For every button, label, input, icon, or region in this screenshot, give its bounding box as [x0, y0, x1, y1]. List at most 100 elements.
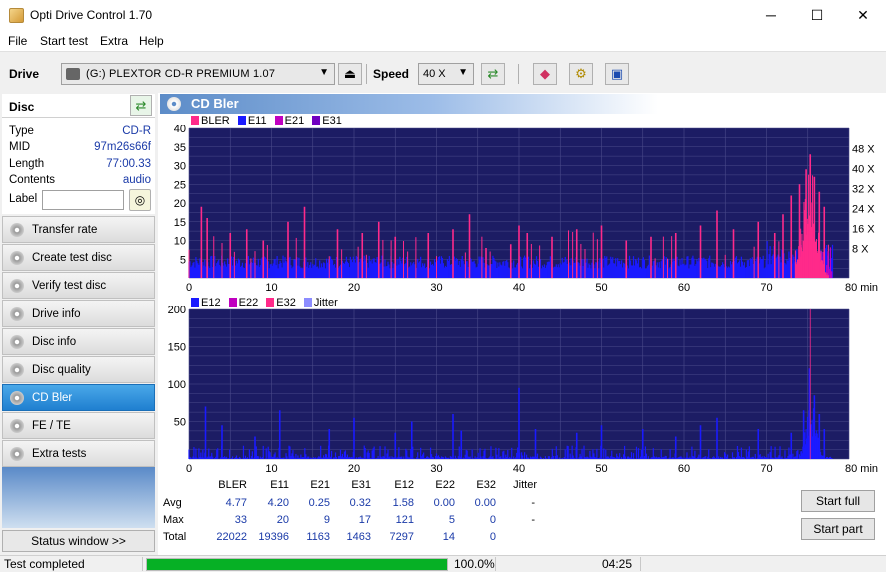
cd-bler-icon [167, 97, 181, 111]
x-tick-label: 60 [678, 282, 690, 293]
y-tick-label: 5 [180, 254, 186, 266]
stats-value: 0.00 [474, 497, 496, 509]
stats-value: 0 [489, 531, 496, 543]
drive-value: (G:) PLEXTOR CD-R PREMIUM 1.07 [86, 68, 276, 80]
menu-start-test[interactable]: Start test [40, 34, 88, 48]
y2-tick-label: 8 X [852, 243, 869, 255]
disc-mid-key: MID [9, 141, 31, 153]
nav-create-test-disc[interactable]: Create test disc [2, 244, 155, 271]
x-tick-label: 10 [265, 463, 277, 474]
y2-tick-label: 48 X [852, 143, 875, 155]
app-icon [9, 8, 24, 23]
start-full-button[interactable]: Start full [801, 490, 875, 512]
stats-value: 5 [448, 514, 455, 526]
stats-value: 121 [395, 514, 414, 526]
y-tick-label: 15 [174, 217, 186, 229]
chevron-down-icon: ▼ [319, 67, 329, 78]
eject-icon: ⏏ [343, 66, 357, 81]
toolbar: Drive (G:) PLEXTOR CD-R PREMIUM 1.07 ▼ ⏏… [0, 51, 886, 93]
refresh-icon: ⇄ [487, 66, 499, 81]
start-part-button[interactable]: Start part [801, 518, 875, 540]
progress-fill [147, 559, 447, 570]
x-tick-label: 40 [513, 463, 525, 474]
nav-label: FE / TE [32, 420, 71, 432]
status-text: Test completed [4, 557, 85, 571]
disc-length-value: 77:00.33 [106, 158, 151, 170]
nav-label: Extra tests [32, 448, 87, 460]
status-divider [495, 557, 496, 571]
maximize-button[interactable]: ☐ [794, 0, 840, 31]
nav-disc-info[interactable]: Disc info [2, 328, 155, 355]
stats-value: 17 [358, 514, 371, 526]
disc-label-button[interactable]: ◎ [129, 189, 151, 211]
stats-value: 1463 [346, 531, 371, 543]
stats-value: 22022 [216, 531, 247, 543]
disc-refresh-button[interactable]: ⇄ [130, 95, 152, 116]
y-tick-label: 10 [174, 236, 186, 248]
status-divider [142, 557, 143, 571]
save-button[interactable]: ▣ [605, 63, 629, 85]
menu-bar: File Start test Extra Help [0, 31, 886, 51]
y2-tick-label: 24 X [852, 203, 875, 215]
nav-label: Disc info [32, 336, 77, 348]
speed-select[interactable]: 40 X ▼ [418, 63, 474, 85]
disc-icon [10, 363, 24, 377]
left-panel-fill [2, 467, 155, 528]
stats-value: 4.20 [267, 497, 289, 509]
close-button[interactable]: ✕ [840, 0, 886, 31]
nav-extra-tests[interactable]: Extra tests [2, 440, 155, 467]
stats-header: E32 [476, 479, 496, 491]
disc-icon [10, 335, 24, 349]
status-window-button[interactable]: Status window >> [2, 530, 155, 552]
y-tick-label: 50 [174, 417, 186, 429]
stats-value: 0.00 [433, 497, 455, 509]
erase-button[interactable]: ◆ [533, 63, 557, 85]
eject-button[interactable]: ⏏ [338, 63, 362, 85]
y-tick-label: 35 [174, 142, 186, 154]
nav-transfer-rate[interactable]: Transfer rate [2, 216, 155, 243]
x-tick-label: 30 [430, 463, 442, 474]
nav-disc-quality[interactable]: Disc quality [2, 356, 155, 383]
progress-bar [146, 558, 448, 571]
settings-button[interactable]: ⚙ [569, 63, 593, 85]
settings-icon: ⚙ [575, 66, 587, 81]
disc-type-value: CD-R [122, 125, 151, 137]
chevron-down-icon: ▼ [458, 67, 468, 78]
drive-select[interactable]: (G:) PLEXTOR CD-R PREMIUM 1.07 ▼ [61, 63, 335, 85]
disc-icon: ◎ [134, 193, 146, 207]
disc-icon [10, 223, 24, 237]
status-bar: Test completed 100.0% 04:25 [0, 555, 886, 572]
x-tick-label: 0 [186, 463, 192, 474]
title-bar: Opti Drive Control 1.70 ─ ☐ ✕ [0, 0, 886, 31]
nav-label: Create test disc [32, 252, 112, 264]
y-tick-label: 100 [168, 379, 186, 391]
x-tick-label: 0 [186, 282, 192, 293]
stats-header: Jitter [513, 479, 537, 491]
y2-tick-label: 16 X [852, 223, 875, 235]
nav-label: Transfer rate [32, 224, 98, 236]
stats-row-label: Max [163, 514, 184, 526]
disc-length-key: Length [9, 158, 45, 170]
x-tick-label: 70 [760, 282, 772, 293]
main-panel: CD Bler BLER E11 E21 E31 0 10 20 30 40 50 60 70… [158, 93, 886, 555]
nav-drive-info[interactable]: Drive info [2, 300, 155, 327]
left-panel: Disc ⇄ Type CD-R MID 97m26s66f Length 77… [0, 93, 157, 555]
menu-file[interactable]: File [8, 34, 27, 48]
stats-header: E22 [435, 479, 455, 491]
nav-verify-test-disc[interactable]: Verify test disc [2, 272, 155, 299]
stats-header: E31 [351, 479, 371, 491]
stats-value: 0.32 [349, 497, 371, 509]
speed-label: Speed [373, 67, 410, 81]
y-tick-label: 20 [174, 198, 186, 210]
nav-fe-te[interactable]: FE / TE [2, 412, 155, 439]
stats-header: E11 [270, 479, 289, 491]
menu-extra[interactable]: Extra [100, 34, 128, 48]
nav-cd-bler[interactable]: CD Bler [2, 384, 155, 411]
disc-label-input[interactable] [42, 190, 124, 210]
minimize-button[interactable]: ─ [748, 0, 794, 31]
disc-mid-value: 97m26s66f [94, 141, 151, 153]
menu-help[interactable]: Help [139, 34, 164, 48]
stats-value: - [531, 514, 535, 526]
e12-chart: 0 10 20 30 40 50 60 70 80 min 50 100 150 200 [168, 306, 878, 474]
refresh-speed-button[interactable]: ⇄ [481, 63, 505, 85]
